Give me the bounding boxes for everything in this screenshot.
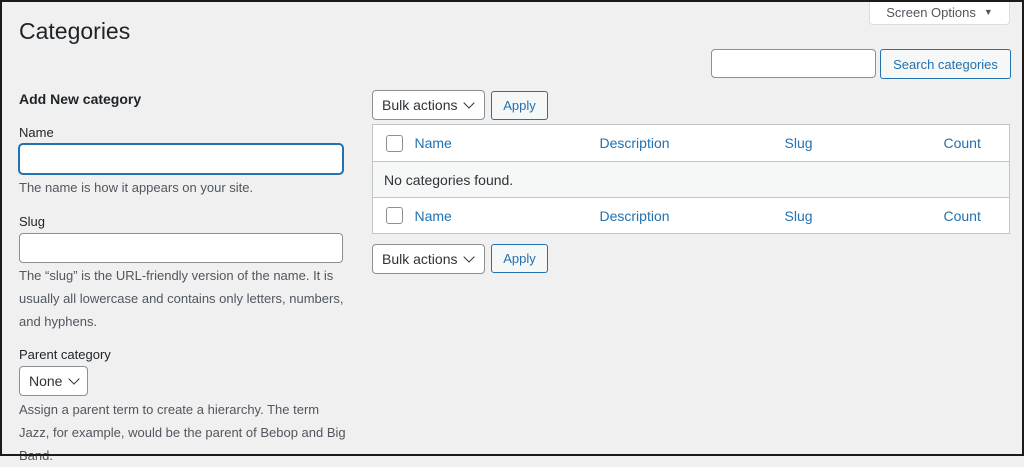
slug-field[interactable]	[19, 233, 343, 263]
slug-description: The “slug” is the URL-friendly version o…	[19, 268, 344, 329]
parent-category-label: Parent category	[19, 347, 111, 362]
select-all-checkbox[interactable]	[386, 134, 403, 152]
form-title: Add New category	[19, 91, 142, 107]
parent-description: Assign a parent term to create a hierarc…	[19, 402, 346, 463]
apply-button-bottom[interactable]: Apply	[491, 244, 548, 273]
select-all-checkbox-bottom[interactable]	[386, 207, 403, 225]
column-description-sort-bottom[interactable]: Description	[600, 208, 670, 224]
table-row: No categories found.	[372, 161, 1010, 198]
bulk-actions-select-bottom[interactable]: Bulk actions	[372, 244, 485, 274]
empty-message: No categories found.	[384, 171, 514, 188]
chevron-down-icon	[463, 97, 476, 109]
column-name-sort[interactable]: Name	[415, 135, 452, 151]
chevron-down-icon	[68, 373, 81, 385]
bulk-actions-select-top[interactable]: Bulk actions	[372, 90, 485, 120]
name-field[interactable]	[19, 144, 343, 174]
column-count-sort[interactable]: Count	[944, 135, 981, 151]
parent-category-select[interactable]: None	[19, 366, 88, 396]
slug-label: Slug	[19, 214, 46, 229]
bulk-actions-label: Bulk actions	[382, 97, 458, 113]
search-input[interactable]	[711, 49, 876, 78]
column-slug-sort-bottom[interactable]: Slug	[785, 208, 813, 224]
search-categories-button[interactable]: Search categories	[880, 49, 1011, 79]
page-title: Categories	[19, 18, 131, 44]
apply-button-top[interactable]: Apply	[491, 91, 548, 120]
table-footer-row: Name Description Slug Count	[372, 197, 1010, 234]
parent-category-value: None	[29, 373, 63, 389]
column-slug-sort[interactable]: Slug	[785, 135, 813, 151]
screen-options-button[interactable]: Screen Options ▼	[869, 0, 1010, 25]
column-count-sort-bottom[interactable]: Count	[944, 208, 981, 224]
column-description-sort[interactable]: Description	[600, 135, 670, 151]
name-label: Name	[19, 125, 54, 140]
screen-options-label: Screen Options	[886, 4, 976, 20]
name-description: The name is how it appears on your site.	[19, 180, 254, 195]
table-header-row: Name Description Slug Count	[372, 125, 1010, 162]
caret-down-icon: ▼	[983, 7, 993, 17]
categories-table: Name Description Slug Count No categorie…	[372, 124, 1010, 234]
chevron-down-icon	[463, 251, 476, 263]
bulk-actions-label: Bulk actions	[382, 251, 458, 267]
column-name-sort-bottom[interactable]: Name	[415, 208, 452, 224]
